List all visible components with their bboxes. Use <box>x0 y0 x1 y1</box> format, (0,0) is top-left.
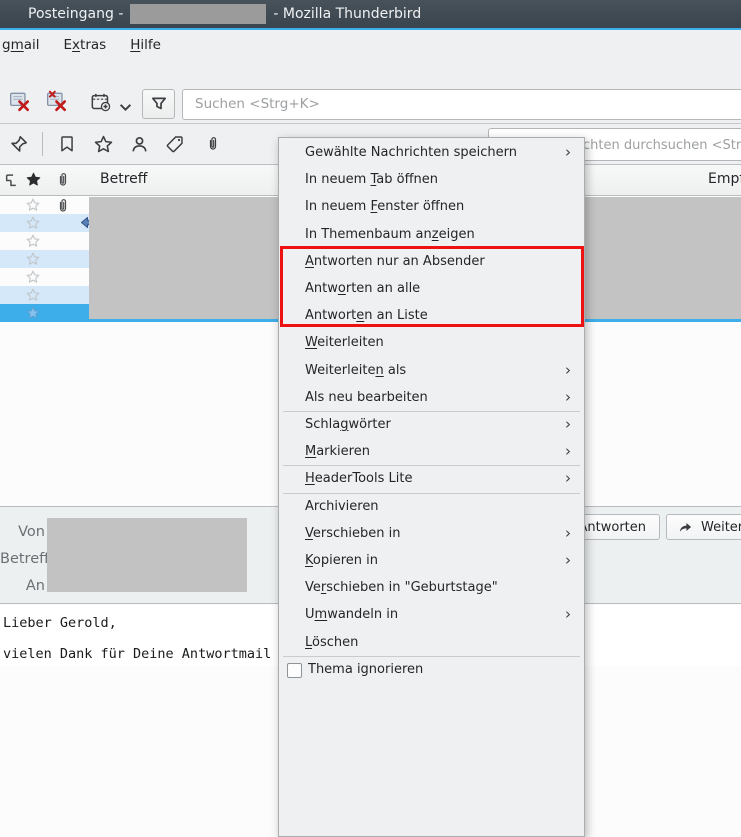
header-label-subject: Betreff <box>0 551 45 567</box>
menu-item-label: Antworten nur an Absender <box>305 254 485 269</box>
chevron-down-icon[interactable] <box>117 95 133 119</box>
window-title-prefix: Posteingang - <box>28 6 123 22</box>
paperclip-icon <box>55 198 71 214</box>
calendar-add-icon[interactable] <box>88 89 112 113</box>
star-icon[interactable] <box>26 288 40 302</box>
menu-item-label: HeaderTools Lite <box>305 471 412 486</box>
menu-item-in-neuem-tab-öffnen[interactable]: In neuem Tab öffnen <box>280 166 583 193</box>
menu-item-als-neu-bearbeiten[interactable]: Als neu bearbeiten › <box>280 384 583 411</box>
menu-item-umwandeln-in[interactable]: Umwandeln in › <box>280 601 583 628</box>
menu-item-in-themenbaum-anzeigen[interactable]: In Themenbaum anzeigen <box>280 221 583 248</box>
paperclip-icon[interactable] <box>202 133 224 155</box>
submenu-arrow-icon: › <box>565 411 571 438</box>
window-titlebar: Posteingang - - Mozilla Thunderbird <box>0 0 741 28</box>
star-icon[interactable] <box>26 234 40 248</box>
menu-item-label: Verschieben in "Geburtstage" <box>305 580 498 595</box>
menu-item-checkbox[interactable] <box>287 663 302 678</box>
menu-item-label: Als neu bearbeiten <box>305 390 428 405</box>
forward-button[interactable]: Weiterleiten <box>666 514 741 540</box>
submenu-arrow-icon: › <box>565 357 571 384</box>
submenu-arrow-icon: › <box>565 384 571 411</box>
submenu-arrow-icon: › <box>565 601 571 628</box>
menu-item-label: Schlagwörter <box>305 417 391 432</box>
menu-item-markieren[interactable]: Markieren › <box>280 438 583 465</box>
menubar-item-gmail[interactable]: gmail <box>0 33 52 57</box>
star-icon[interactable] <box>92 133 114 155</box>
menu-item-label: In neuem Tab öffnen <box>305 172 438 187</box>
menu-item-archivieren[interactable]: Archivieren <box>280 493 583 520</box>
toolbar-icon-group <box>0 89 133 120</box>
menu-item-headertools-lite[interactable]: HeaderTools Lite › <box>280 465 583 492</box>
paperclip-icon[interactable] <box>55 172 71 188</box>
menu-item-label: Kopieren in <box>305 553 378 568</box>
reply-button-label: Antworten <box>579 520 647 535</box>
forward-button-label: Weiterleiten <box>701 520 741 535</box>
menu-item-label: Löschen <box>305 635 358 650</box>
menu-item-label: In Themenbaum anzeigen <box>305 227 475 242</box>
menubar-item-extras[interactable]: Extras <box>52 33 119 57</box>
delete-all-junk-icon[interactable] <box>45 89 69 113</box>
menu-item-label: Archivieren <box>305 499 379 514</box>
quickfilter-separator <box>42 132 43 156</box>
submenu-arrow-icon: › <box>565 139 571 166</box>
message-body-line: Lieber Gerold, <box>3 615 117 631</box>
menu-item-antworten-an-alle[interactable]: Antworten an alle <box>280 275 583 302</box>
header-label-from: Von <box>0 524 45 540</box>
menu-item-verschieben-in-geburtstage[interactable]: Verschieben in "Geburtstage" <box>280 574 583 601</box>
menu-item-kopieren-in[interactable]: Kopieren in › <box>280 547 583 574</box>
quick-filter-toggle-button[interactable] <box>142 89 175 119</box>
submenu-arrow-icon: › <box>565 520 571 547</box>
submenu-arrow-icon: › <box>565 547 571 574</box>
thread-icon[interactable] <box>4 173 19 188</box>
menubar: gmailExtrasHilfe <box>0 30 741 60</box>
delete-junk-icon[interactable] <box>8 89 32 113</box>
column-header-betreff[interactable]: Betreff <box>100 171 147 187</box>
filter-funnel-icon <box>150 95 168 113</box>
column-header-empfaenger[interactable]: Empfänger <box>708 171 741 187</box>
header-label-to: An <box>0 578 45 594</box>
menu-item-label: Verschieben in <box>305 526 400 541</box>
menu-item-schlagwörter[interactable]: Schlagwörter › <box>280 411 583 438</box>
redacted-account-name <box>130 4 266 24</box>
menu-item-label: Antworten an alle <box>305 281 420 296</box>
star-icon[interactable] <box>26 216 40 230</box>
menu-item-verschieben-in[interactable]: Verschieben in › <box>280 520 583 547</box>
menu-item-label: Weiterleiten <box>305 335 384 350</box>
bookmark-icon[interactable] <box>56 133 78 155</box>
redacted-header-values <box>47 518 247 592</box>
menu-item-label: Antworten an Liste <box>305 308 428 323</box>
menu-item-gewählte-nachrichten-speichern[interactable]: Gewählte Nachrichten speichern › <box>280 139 583 166</box>
tag-icon[interactable] <box>164 133 186 155</box>
menu-item-antworten-an-liste[interactable]: Antworten an Liste <box>280 302 583 329</box>
star-filled-icon[interactable] <box>26 172 41 187</box>
menubar-item-hilfe[interactable]: Hilfe <box>118 33 173 57</box>
menu-item-label: Markieren <box>305 444 370 459</box>
menu-item-label: Thema ignorieren <box>308 662 423 677</box>
main-toolbar <box>0 88 741 120</box>
menu-item-antworten-nur-an-absender[interactable]: Antworten nur an Absender <box>280 248 583 275</box>
menu-item-löschen[interactable]: Löschen <box>280 629 583 656</box>
menu-item-thema-ignorieren[interactable]: Thema ignorieren <box>280 656 583 683</box>
context-menu: Gewählte Nachrichten speichern › In neuem … <box>278 137 585 837</box>
menu-item-label: In neuem Fenster öffnen <box>305 199 464 214</box>
submenu-arrow-icon: › <box>565 465 571 492</box>
person-icon[interactable] <box>128 133 150 155</box>
menu-item-weiterleiten-als[interactable]: Weiterleiten als › <box>280 357 583 384</box>
menu-item-label: Gewählte Nachrichten speichern <box>305 145 517 160</box>
star-icon[interactable] <box>26 252 40 266</box>
menu-item-in-neuem-fenster-öffnen[interactable]: In neuem Fenster öffnen <box>280 193 583 220</box>
menu-item-label: Weiterleiten als <box>305 363 406 378</box>
menu-item-weiterleiten[interactable]: Weiterleiten <box>280 329 583 356</box>
star-icon[interactable] <box>26 270 40 284</box>
window-title-suffix: - Mozilla Thunderbird <box>273 6 421 22</box>
star-selected-icon[interactable] <box>26 306 40 320</box>
star-icon[interactable] <box>26 198 40 212</box>
menu-item-label: Umwandeln in <box>305 607 398 622</box>
forward-arrow-icon <box>678 520 693 535</box>
search-input[interactable] <box>182 89 741 120</box>
pin-icon[interactable] <box>7 133 29 155</box>
submenu-arrow-icon: › <box>565 438 571 465</box>
